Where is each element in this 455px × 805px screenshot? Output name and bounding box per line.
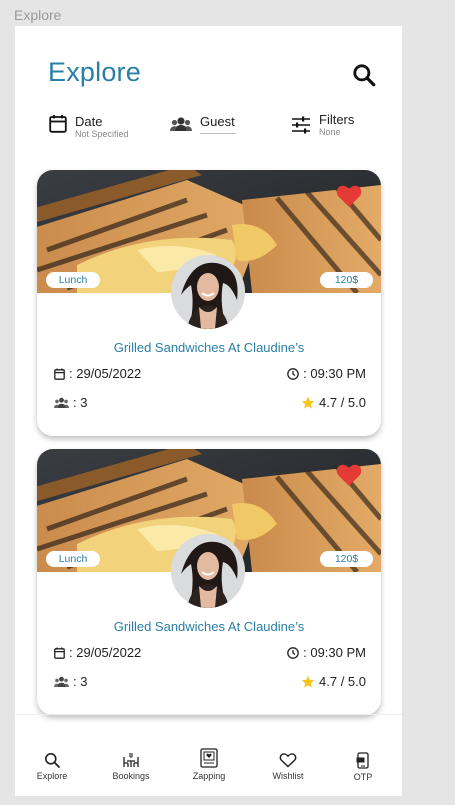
filters-button[interactable]: Filters None: [291, 112, 354, 138]
host-avatar[interactable]: [171, 255, 245, 329]
clock-icon: [287, 646, 299, 659]
search-icon: [45, 753, 60, 768]
filters-label: Filters: [319, 112, 355, 127]
page-title: Explore: [48, 57, 141, 87]
filter-bar: Date Not Specified Guest Filters None: [15, 112, 402, 146]
calendar-icon: [54, 647, 65, 659]
price-tag: 120$: [320, 551, 373, 567]
favorite-heart-icon[interactable]: [336, 184, 362, 208]
guest-filter-label: Guest: [200, 114, 235, 129]
experience-date: : 29/05/2022: [69, 366, 142, 381]
date-filter-value: Not Specified: [75, 129, 129, 139]
experience-title[interactable]: Grilled Sandwiches At Claudine’s: [37, 340, 381, 355]
experience-card[interactable]: Lunch 120$ Grilled Sandwiches At Claudin…: [37, 170, 381, 436]
nav-explore-label: Explore: [36, 771, 68, 781]
nav-divider: [15, 714, 402, 715]
nav-otp-label: OTP: [353, 772, 373, 782]
experience-time: : 09:30 PM: [303, 366, 366, 381]
bottom-nav: Explore Bookings Zapping Wishlist OTP: [15, 726, 402, 786]
date-filter[interactable]: Date Not Specified: [49, 114, 129, 140]
experience-date: : 29/05/2022: [69, 645, 142, 660]
nav-wishlist-label: Wishlist: [272, 771, 304, 781]
experience-card[interactable]: Lunch 120$ Grilled Sandwiches At Claudin…: [37, 449, 381, 715]
experience-time: : 09:30 PM: [303, 645, 366, 660]
guest-underline: [200, 133, 236, 134]
sliders-icon: [292, 116, 310, 134]
phone-screen: Explore Date Not Specified Guest Filters…: [15, 26, 402, 796]
star-icon: [301, 675, 315, 688]
calendar-icon: [49, 115, 67, 133]
nav-otp[interactable]: OTP: [333, 752, 393, 782]
group-icon: [170, 117, 192, 131]
guest-count: : 3: [73, 395, 88, 410]
nav-zapping[interactable]: Zapping: [179, 748, 239, 781]
nav-bookings-label: Bookings: [112, 771, 150, 781]
guests-icon: [54, 397, 69, 408]
rating: 4.7 / 5.0: [319, 395, 366, 410]
calendar-icon: [54, 368, 65, 380]
favorite-heart-icon[interactable]: [336, 463, 362, 487]
nav-bookings[interactable]: Bookings: [101, 752, 161, 781]
star-icon: [301, 396, 315, 409]
experience-title[interactable]: Grilled Sandwiches At Claudine’s: [37, 619, 381, 634]
clock-icon: [287, 367, 299, 380]
meal-tag: Lunch: [46, 272, 100, 288]
guest-count: : 3: [73, 674, 88, 689]
price-tag: 120$: [320, 272, 373, 288]
dining-icon: [123, 753, 139, 767]
phone-icon: [356, 752, 369, 769]
nav-zapping-label: Zapping: [192, 771, 226, 781]
meal-tag: Lunch: [46, 551, 100, 567]
date-filter-label: Date: [75, 114, 103, 129]
search-icon[interactable]: [351, 62, 377, 88]
nav-explore[interactable]: Explore: [22, 752, 82, 781]
guest-filter[interactable]: Guest: [170, 114, 236, 134]
guests-icon: [54, 676, 69, 687]
frame-label: Explore: [14, 7, 62, 23]
host-avatar[interactable]: [171, 534, 245, 608]
heart-icon: [279, 753, 297, 768]
nav-wishlist[interactable]: Wishlist: [258, 752, 318, 781]
zapping-icon: [200, 748, 218, 768]
filters-value: None: [319, 127, 341, 137]
rating: 4.7 / 5.0: [319, 674, 366, 689]
